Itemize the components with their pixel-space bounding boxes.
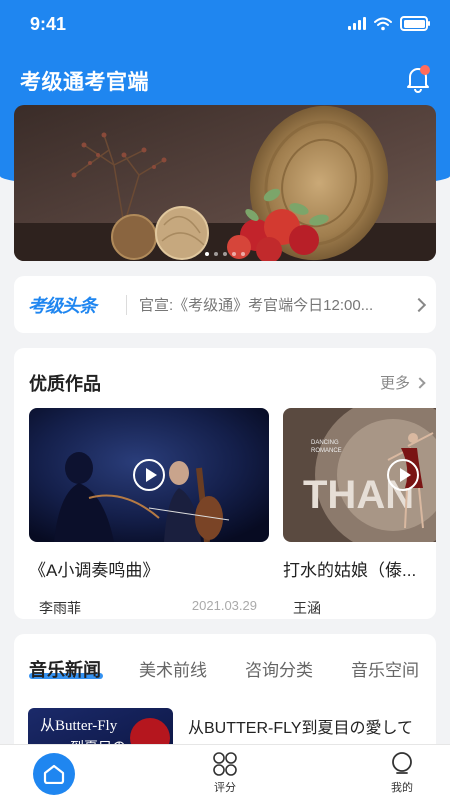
work-title[interactable]: 打水的姑娘（傣...: [283, 556, 421, 581]
work-meta: 李雨菲 2021.03.29: [29, 598, 269, 618]
headline-logo: 考级头条: [28, 295, 97, 316]
work-author: 王涵: [293, 600, 321, 616]
status-time: 9:41: [30, 14, 67, 34]
nav-label: 评分: [214, 782, 236, 794]
grid-icon: [213, 752, 237, 776]
featured-works-section: 优质作品 更多 《A小调奏鸣曲》 李雨菲 2021.03.29 DANCING …: [14, 348, 436, 619]
chevron-right-icon[interactable]: [411, 297, 427, 312]
tab-art-frontline[interactable]: 美术前线: [139, 656, 207, 681]
notification-badge: [420, 65, 430, 75]
app-title: 考级通考官端: [20, 71, 149, 94]
status-bar: 9:41: [0, 0, 450, 50]
work-thumbnail[interactable]: [29, 408, 269, 542]
news-title[interactable]: 从BUTTER-FLY到夏目の愛して: [188, 714, 436, 738]
nav-home-button[interactable]: [33, 753, 75, 795]
status-icons: [348, 16, 430, 31]
more-link[interactable]: 更多: [380, 372, 426, 393]
notification-bell-icon[interactable]: [404, 64, 432, 94]
bottom-navigation: 评分 我的: [0, 744, 450, 800]
work-thumbnail[interactable]: DANCING ROMANCE THAN: [283, 408, 436, 542]
wifi-icon: [374, 17, 392, 30]
pagination-dot-active: [205, 252, 209, 256]
svg-text:ROMANCE: ROMANCE: [311, 448, 342, 454]
banner-pagination: [14, 252, 436, 256]
play-icon[interactable]: [133, 459, 165, 491]
work-date: 2021.03.29: [191, 598, 257, 613]
news-section: 音乐新闻 美术前线 咨询分类 音乐空间 从Butter-Fly 到夏目の 从BU…: [14, 634, 436, 754]
nav-item-score[interactable]: 评分: [185, 751, 265, 800]
pagination-dot: [241, 252, 245, 256]
cellular-signal-icon: [348, 17, 366, 30]
svg-text:DANCING: DANCING: [311, 440, 339, 446]
nav-label: 我的: [391, 782, 413, 794]
work-card[interactable]: DANCING ROMANCE THAN 打水的姑娘（傣... 王涵: [283, 408, 436, 618]
work-meta: 王涵: [283, 598, 436, 618]
banner-image: [14, 105, 436, 261]
home-icon: [43, 764, 65, 784]
work-author: 李雨菲: [39, 600, 81, 616]
chevron-right-icon: [414, 376, 426, 389]
headline-text[interactable]: 官宣:《考级通》考官端今日12:00...: [139, 294, 404, 315]
work-card[interactable]: 《A小调奏鸣曲》 李雨菲 2021.03.29: [29, 408, 269, 618]
pagination-dot: [223, 252, 227, 256]
battery-icon: [400, 16, 430, 31]
tab-music-news[interactable]: 音乐新闻: [29, 656, 103, 682]
divider: [126, 294, 127, 315]
work-title[interactable]: 《A小调奏鸣曲》: [29, 556, 167, 581]
section-title: 优质作品: [29, 374, 101, 394]
pagination-dot: [232, 252, 236, 256]
svg-text:从Butter-Fly: 从Butter-Fly: [40, 718, 118, 734]
news-tabs: 音乐新闻 美术前线 咨询分类 音乐空间: [29, 656, 436, 686]
nav-item-profile[interactable]: 我的: [362, 751, 442, 800]
tab-consult-category[interactable]: 咨询分类: [245, 656, 313, 681]
promo-banner[interactable]: [14, 105, 436, 261]
more-label[interactable]: 更多: [380, 372, 410, 393]
profile-icon: [392, 752, 412, 774]
headline-ticker[interactable]: 考级头条 官宣:《考级通》考官端今日12:00...: [14, 276, 436, 333]
tab-music-space[interactable]: 音乐空间: [351, 656, 419, 681]
pagination-dot: [214, 252, 218, 256]
play-icon[interactable]: [387, 459, 419, 491]
